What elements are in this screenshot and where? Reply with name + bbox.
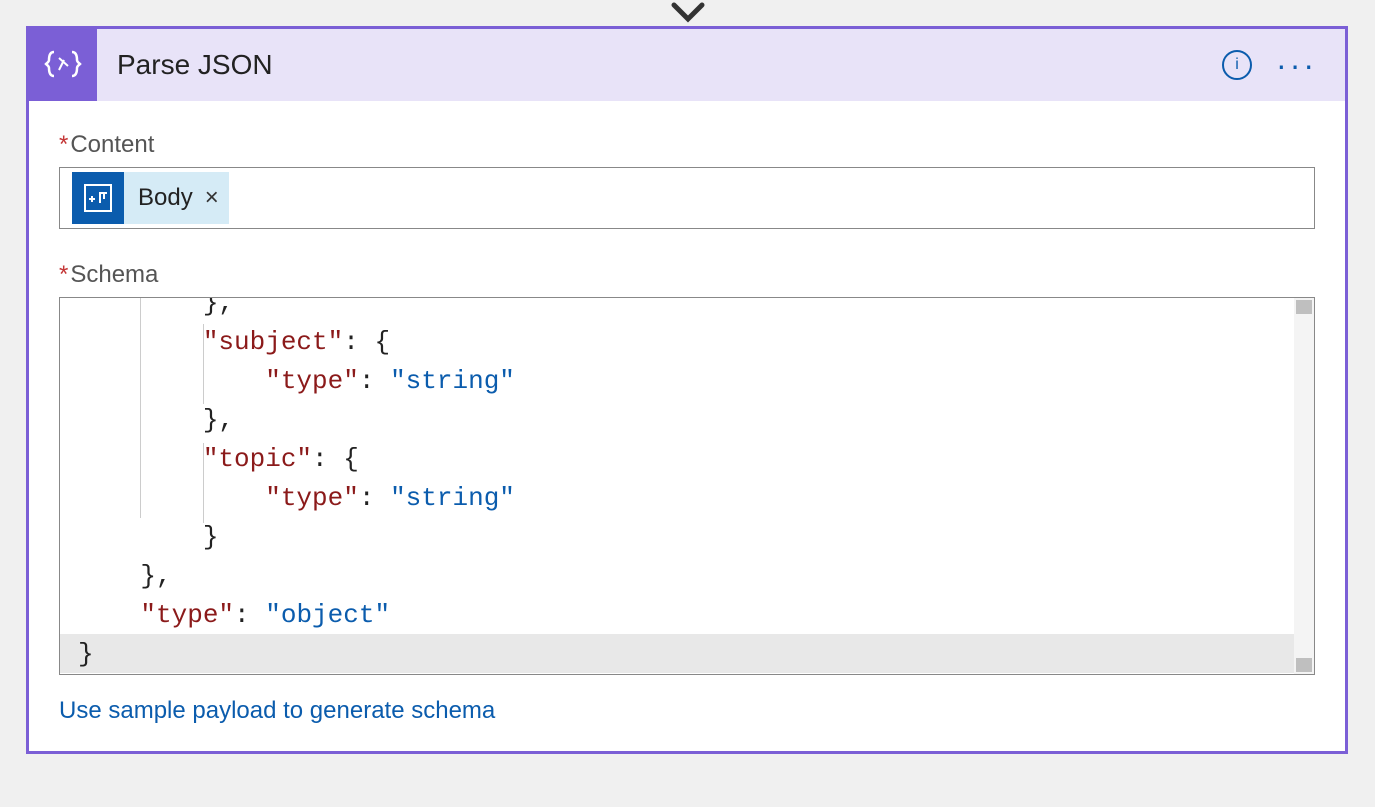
schema-editor[interactable]: }, "subject": { "type": "string" }, "top… (59, 297, 1315, 675)
card-header[interactable]: Parse JSON i ··· (29, 29, 1345, 101)
content-input[interactable]: Body × (59, 167, 1315, 229)
header-actions: i ··· (1222, 50, 1345, 80)
http-body-icon (72, 172, 124, 224)
generate-schema-link[interactable]: Use sample payload to generate schema (59, 697, 495, 725)
more-options-icon[interactable]: ··· (1276, 60, 1317, 70)
info-icon[interactable]: i (1222, 50, 1252, 80)
card-title: Parse JSON (97, 49, 1222, 81)
token-label: Body (124, 184, 201, 212)
schema-label: *Schema (59, 261, 1315, 289)
card-body: *Content Body × *Schema (29, 101, 1345, 751)
parse-json-icon (29, 29, 97, 101)
content-label: *Content (59, 131, 1315, 159)
body-token[interactable]: Body × (72, 172, 229, 224)
schema-code[interactable]: }, "subject": { "type": "string" }, "top… (60, 298, 1314, 674)
token-remove-icon[interactable]: × (201, 184, 229, 212)
parse-json-card: Parse JSON i ··· *Content Body × *Schema (26, 26, 1348, 754)
